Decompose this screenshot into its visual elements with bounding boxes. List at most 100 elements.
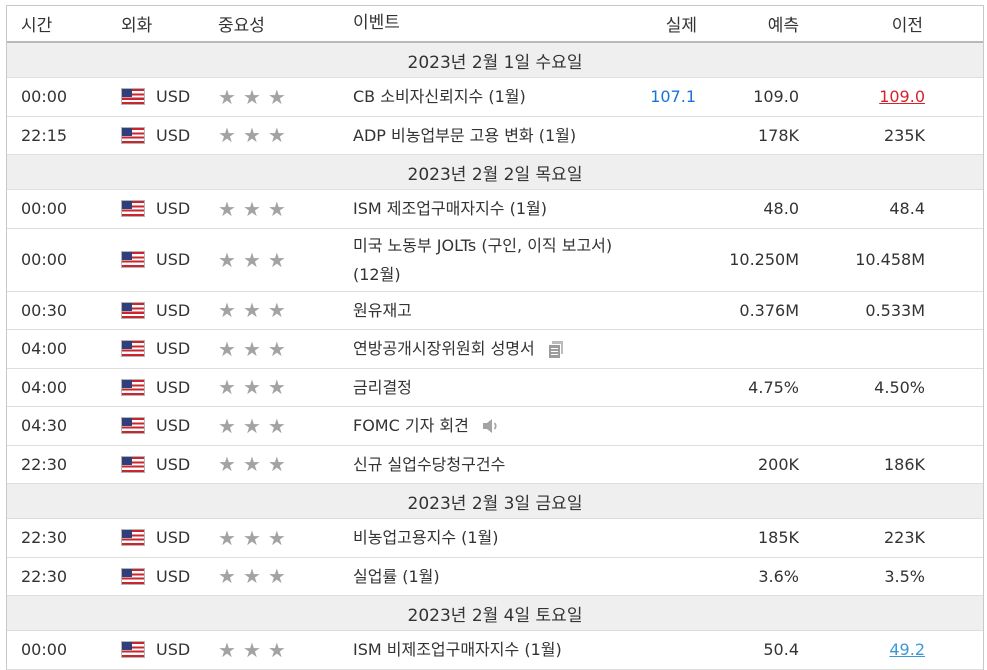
event-row[interactable]: 00:00 USD ★ ★ ★ ISM 비제조업구매자지수 (1월) 50.4 49… [7, 631, 983, 670]
event-previous[interactable]: 49.2 [889, 640, 925, 659]
header-importance[interactable]: 중요성 [218, 11, 265, 36]
event-forecast: 200K [757, 454, 799, 474]
event-row[interactable]: 22:30 USD ★ ★ ★ 실업률 (1월) 3.6% 3.5% [7, 558, 983, 596]
event-row[interactable]: 00:00 USD ★ ★ ★ CB 소비자신뢰지수 (1월) 107.1 109.… [7, 78, 983, 117]
event-row[interactable]: 00:00 USD ★ ★ ★ ISM 제조업구매자지수 (1월) 48.0 48.… [7, 190, 983, 229]
currency-cell: USD [121, 567, 190, 586]
importance-stars: ★ ★ ★ [218, 87, 286, 107]
event-row[interactable]: 00:30 USD ★ ★ ★ 원유재고 0.376M 0.533M [7, 292, 983, 330]
importance-stars: ★ ★ ★ [218, 640, 286, 660]
star-icon: ★ [242, 336, 261, 361]
us-flag-icon [121, 455, 145, 473]
currency-cell: USD [121, 339, 190, 358]
event-row[interactable]: 04:00 USD ★ ★ ★ 연방공개시장위원회 성명서 [7, 330, 983, 369]
event-forecast: 0.376M [739, 300, 799, 320]
currency-cell: USD [121, 250, 190, 269]
us-flag-icon [121, 641, 145, 659]
event-name[interactable]: ISM 비제조업구매자지수 (1월) [353, 635, 623, 664]
us-flag-icon [121, 126, 145, 144]
event-previous[interactable]: 109.0 [879, 87, 925, 106]
event-name[interactable]: 실업률 (1월) [353, 562, 623, 591]
event-name[interactable]: ADP 비농업부문 고용 변화 (1월) [353, 121, 623, 150]
star-icon: ★ [267, 123, 286, 148]
event-row[interactable]: 22:15 USD ★ ★ ★ ADP 비농업부문 고용 변화 (1월) 178K … [7, 117, 983, 155]
event-name[interactable]: 비농업고용지수 (1월) [353, 523, 623, 552]
event-row[interactable]: 04:30 USD ★ ★ ★ FOMC 기자 회견 [7, 407, 983, 446]
header-event[interactable]: 이벤트 [353, 9, 623, 38]
day-label: 2023년 2월 2일 목요일 [407, 164, 583, 185]
currency-code: USD [156, 454, 191, 474]
importance-stars: ★ ★ ★ [218, 199, 286, 219]
currency-code: USD [156, 199, 191, 219]
event-name[interactable]: ISM 제조업구매자지수 (1월) [353, 194, 623, 223]
us-flag-icon [121, 567, 145, 585]
event-name[interactable]: 원유재고 [353, 296, 623, 325]
day-header: 2023년 2월 4일 토요일 [7, 596, 983, 631]
header-time[interactable]: 시간 [21, 11, 52, 36]
us-flag-icon [121, 88, 145, 106]
event-name-cell: FOMC 기자 회견 [353, 411, 623, 440]
header-previous[interactable]: 이전 [892, 11, 923, 36]
star-icon: ★ [242, 637, 261, 662]
event-forecast: 185K [757, 528, 799, 548]
table-header: 시간 외화 중요성 이벤트 실제 예측 이전 [7, 5, 983, 43]
currency-code: USD [156, 566, 191, 586]
importance-stars: ★ ★ ★ [218, 416, 286, 436]
us-flag-icon [121, 251, 145, 268]
importance-stars: ★ ★ ★ [218, 125, 286, 145]
event-time: 22:30 [21, 566, 68, 586]
event-time: 04:00 [21, 339, 68, 359]
currency-cell: USD [121, 416, 190, 435]
currency-cell: USD [121, 87, 190, 106]
event-forecast: 4.75% [748, 377, 799, 397]
event-name[interactable]: FOMC 기자 회견 [353, 411, 469, 440]
star-icon: ★ [218, 247, 236, 272]
star-icon: ★ [242, 196, 261, 221]
event-name[interactable]: CB 소비자신뢰지수 (1월) [353, 82, 623, 111]
star-icon: ★ [218, 452, 236, 477]
currency-code: USD [156, 339, 191, 359]
day-label: 2023년 2월 3일 금요일 [407, 493, 583, 514]
speaker-icon[interactable] [481, 418, 501, 434]
header-forecast[interactable]: 예측 [768, 11, 799, 36]
currency-code: USD [156, 640, 191, 660]
event-time: 00:00 [21, 87, 68, 107]
star-icon: ★ [267, 637, 286, 662]
event-row[interactable]: 22:30 USD ★ ★ ★ 신규 실업수당청구건수 200K 186K [7, 446, 983, 484]
event-row[interactable]: 22:30 USD ★ ★ ★ 비농업고용지수 (1월) 185K 223K [7, 519, 983, 558]
event-row[interactable]: 00:00 USD ★ ★ ★ 미국 노동부 JOLTs (구인, 이직 보고서) … [7, 229, 983, 292]
event-forecast: 50.4 [763, 640, 799, 660]
event-row[interactable]: 04:00 USD ★ ★ ★ 금리결정 4.75% 4.50% [7, 369, 983, 407]
header-actual[interactable]: 실제 [666, 11, 697, 36]
event-time: 22:30 [21, 454, 68, 474]
currency-cell: USD [121, 126, 190, 145]
star-icon: ★ [242, 452, 261, 477]
event-forecast: 178K [757, 125, 799, 145]
us-flag-icon [121, 378, 145, 396]
event-previous: 48.4 [889, 199, 925, 219]
currency-cell: USD [121, 301, 190, 320]
star-icon: ★ [242, 525, 261, 550]
currency-code: USD [156, 250, 191, 269]
currency-cell: USD [121, 378, 190, 397]
currency-code: USD [156, 87, 191, 107]
star-icon: ★ [218, 123, 236, 148]
event-name[interactable]: 신규 실업수당청구건수 [353, 450, 623, 479]
document-icon[interactable] [548, 340, 563, 358]
event-previous: 4.50% [874, 377, 925, 397]
economic-calendar-table: 시간 외화 중요성 이벤트 실제 예측 이전 2023년 2월 1일 수요일 0… [6, 5, 984, 670]
event-previous: 10.458M [855, 250, 925, 269]
star-icon: ★ [242, 564, 261, 589]
event-time: 22:15 [21, 125, 68, 145]
event-name[interactable]: 금리결정 [353, 373, 623, 402]
currency-code: USD [156, 125, 191, 145]
star-icon: ★ [242, 413, 261, 438]
us-flag-icon [121, 529, 145, 547]
us-flag-icon [121, 417, 145, 435]
event-name[interactable]: 연방공개시장위원회 성명서 [353, 334, 535, 363]
star-icon: ★ [242, 84, 261, 109]
event-name[interactable]: 미국 노동부 JOLTs (구인, 이직 보고서) (12월) [353, 231, 623, 289]
header-currency[interactable]: 외화 [121, 11, 152, 36]
event-previous: 0.533M [865, 300, 925, 320]
star-icon: ★ [218, 196, 236, 221]
